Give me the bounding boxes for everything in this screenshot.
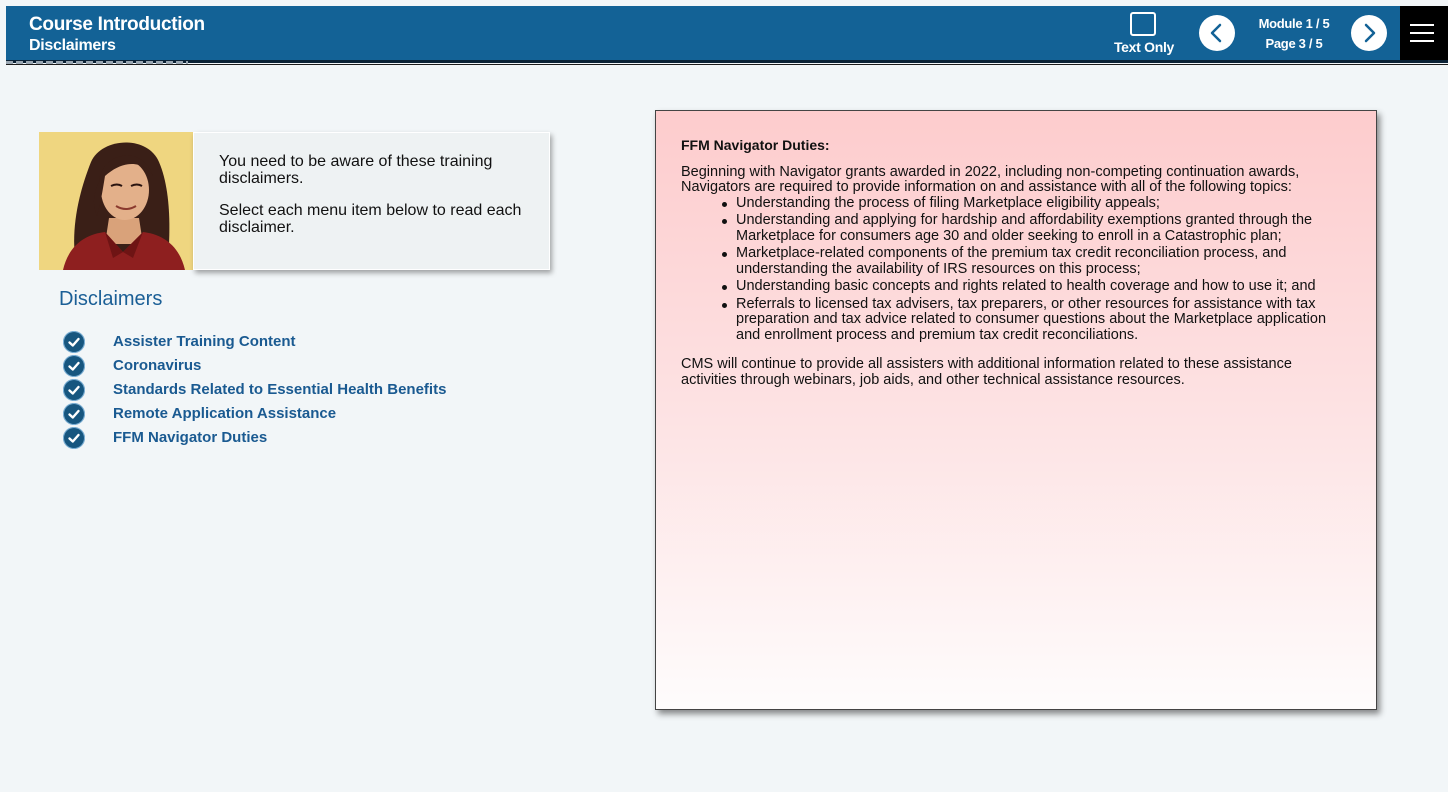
disclaimers-heading: Disclaimers (59, 288, 163, 310)
page-number: Page 3 / 5 (1265, 36, 1323, 51)
chevron-right-icon (1364, 23, 1376, 43)
course-title: Course Introduction (29, 14, 205, 35)
completed-check-icon (63, 427, 85, 449)
disclaimer-content-panel: FFM Navigator Duties: Beginning with Nav… (655, 110, 1377, 710)
narrator-avatar (39, 132, 193, 270)
instruction-text: Select each menu item below to read each… (219, 202, 522, 236)
completed-check-icon (63, 331, 85, 353)
completed-check-icon (63, 403, 85, 425)
content-bullet: Understanding and applying for hardship … (722, 212, 1351, 244)
text-only-toggle[interactable]: Text Only (1108, 6, 1180, 60)
hamburger-menu-icon (1410, 24, 1434, 26)
module-indicator: Module 1 / 5 (1258, 16, 1330, 31)
previous-page-button[interactable] (1199, 15, 1235, 51)
hamburger-menu-button[interactable] (1400, 6, 1448, 60)
page-title: Disclaimers (29, 37, 116, 54)
intro-text: You need to be aware of these training d… (219, 153, 493, 187)
text-only-label: Text Only (1113, 39, 1175, 55)
content-bullet: Referrals to licensed tax advisers, tax … (722, 296, 1351, 344)
header-divider (6, 64, 1448, 65)
narrator-speech-bubble: You need to be aware of these training d… (193, 132, 550, 270)
disclaimer-item-label: FFM Navigator Duties (113, 429, 268, 446)
content-bullet: Understanding basic concepts and rights … (722, 278, 1351, 295)
next-page-button[interactable] (1351, 15, 1387, 51)
text-only-checkbox-icon (1130, 12, 1156, 36)
content-title: FFM Navigator Duties: (681, 137, 830, 153)
progress-track (6, 60, 1448, 63)
chevron-left-icon (1210, 23, 1222, 43)
content-bullet-list: Understanding the process of filing Mark… (681, 195, 1351, 344)
content-intro: Beginning with Navigator grants awarded … (681, 163, 1300, 195)
content-bullet: Marketplace-related components of the pr… (722, 245, 1351, 277)
disclaimer-item-label: Standards Related to Essential Health Be… (113, 381, 447, 398)
disclaimer-item-label: Remote Application Assistance (113, 405, 337, 422)
completed-check-icon (63, 379, 85, 401)
completed-check-icon (63, 355, 85, 377)
page-indicator: Module 1 / 5 Page 3 / 5 (1250, 14, 1338, 54)
content-outro: CMS will continue to provide all assiste… (681, 356, 1292, 388)
disclaimer-item-label: Coronavirus (113, 357, 202, 374)
disclaimer-item-label: Assister Training Content (113, 333, 296, 350)
content-bullet: Understanding the process of filing Mark… (722, 195, 1351, 212)
